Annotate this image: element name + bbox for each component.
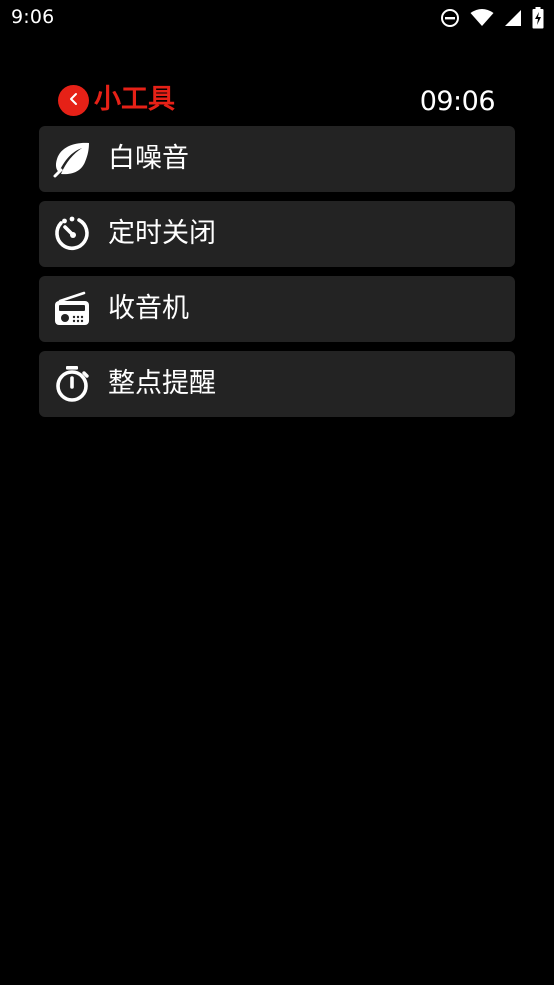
stopwatch-icon [52,364,92,404]
tools-menu: 白噪音 定时关闭 收音机 整点提醒 [39,126,515,426]
status-time: 9:06 [11,6,55,28]
menu-item-radio[interactable]: 收音机 [39,276,515,342]
timer-icon [52,214,92,254]
chevron-left-icon [67,91,81,110]
menu-item-label: 定时关闭 [108,218,216,249]
menu-item-label: 白噪音 [108,143,189,174]
status-icons [440,7,544,29]
wifi-icon [470,9,494,27]
header: 小工具 09:06 [0,80,554,120]
menu-item-white-noise[interactable]: 白噪音 [39,126,515,192]
menu-item-hourly-reminder[interactable]: 整点提醒 [39,351,515,417]
status-bar: 9:06 [0,0,554,36]
menu-item-sleep-timer[interactable]: 定时关闭 [39,201,515,267]
header-clock: 09:06 [419,86,496,117]
battery-charging-icon [532,7,544,29]
back-button[interactable] [58,85,89,116]
page-title: 小工具 [94,84,175,115]
menu-item-label: 收音机 [108,293,189,324]
leaf-icon [52,139,92,179]
signal-icon [504,9,522,27]
do-not-disturb-icon [440,8,460,28]
menu-item-label: 整点提醒 [108,368,216,399]
radio-icon [52,289,92,329]
